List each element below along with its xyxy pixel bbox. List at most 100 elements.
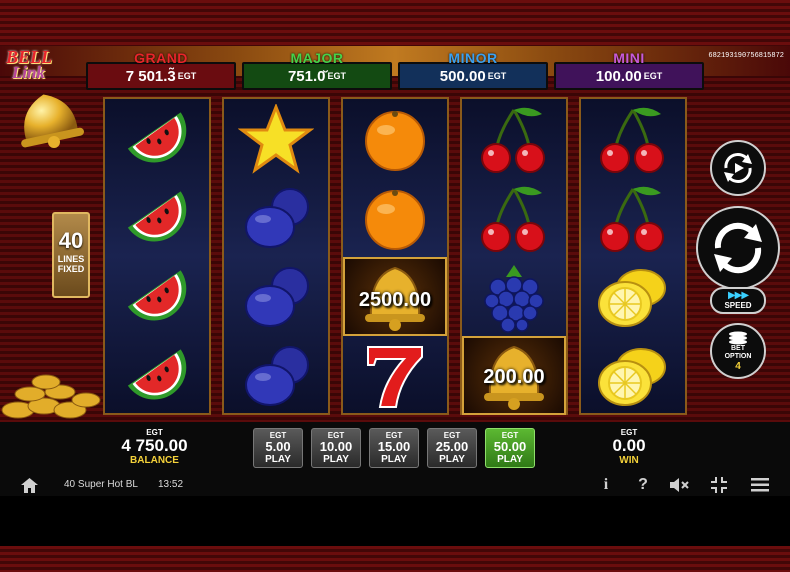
play-amount: 15.00 <box>377 439 411 454</box>
speed-arrows-icon: ▶▶▶ <box>727 290 749 301</box>
play-button-10[interactable]: EGT 10.00 PLAY <box>311 428 361 468</box>
bet-option-value: 4 <box>735 360 741 372</box>
jackpot-grand: 7 501.3̃ EGT GRAND <box>86 50 236 90</box>
plum-symbol <box>224 178 328 257</box>
lemon-icon <box>598 347 666 406</box>
play-label: PLAY <box>323 454 349 465</box>
lemon-icon <box>598 268 666 327</box>
watermelon-symbol <box>105 99 209 178</box>
cherry-symbol <box>581 178 685 257</box>
reel-3: 2500.00 <box>341 97 449 415</box>
reel-5 <box>579 97 687 415</box>
reel-4: 200.00 <box>460 97 568 415</box>
jackpot-grand-box: 7 501.3̃ EGT <box>86 62 236 90</box>
chips-icon <box>729 331 747 344</box>
play-amount: 5.00 <box>265 439 291 454</box>
cherry-icon <box>481 107 545 173</box>
jackpot-major-box: 751.0̆ EGT <box>242 62 392 90</box>
logo-line2: Link <box>12 63 46 82</box>
jackpot-minor-value: 500.00 <box>439 67 486 85</box>
jackpot-minor-box: 500.00 EGT <box>398 62 548 90</box>
speed-label: SPEED <box>724 301 752 310</box>
cherry-symbol <box>581 99 685 178</box>
home-icon[interactable] <box>20 476 38 494</box>
cherry-icon <box>600 107 664 173</box>
watermelon-icon <box>127 190 187 241</box>
bottom-banner <box>0 546 790 572</box>
balance-label: BALANCE <box>130 455 179 466</box>
clock: 13:52 <box>158 479 184 490</box>
star-symbol <box>224 99 328 178</box>
top-banner <box>0 0 790 46</box>
sound-muted-icon[interactable] <box>670 476 690 494</box>
cherry-symbol <box>462 99 566 178</box>
win-amount: 0.00 <box>612 436 646 455</box>
bell-bonus-symbol: 200.00 <box>462 336 566 415</box>
lines-fixed-panel: 40 LINES FIXED <box>52 212 90 298</box>
grapes-symbol <box>462 257 566 336</box>
lines-label: LINES <box>57 254 85 264</box>
lines-count: 40 <box>58 228 84 253</box>
play-label: PLAY <box>497 454 523 465</box>
watermelon-icon <box>127 348 187 399</box>
autoplay-button[interactable] <box>710 140 766 196</box>
play-button-25[interactable]: EGT 25.00 PLAY <box>427 428 477 468</box>
jackpot-mini-label: MINI <box>613 50 645 66</box>
gold-coins-icon <box>1 374 101 419</box>
play-label: PLAY <box>439 454 465 465</box>
play-amount: 50.00 <box>493 439 527 454</box>
bet-option-label1: BET <box>731 344 745 352</box>
plum-icon <box>245 345 309 406</box>
bell-bonus-symbol: 2500.00 <box>343 257 447 336</box>
plum-icon <box>245 187 309 248</box>
bet-option-label2: OPTION <box>724 352 752 360</box>
watermelon-symbol <box>105 257 209 336</box>
autoplay-icon <box>724 153 752 183</box>
orange-icon <box>365 110 425 171</box>
watermelon-symbol <box>105 178 209 257</box>
orange-icon <box>365 189 425 250</box>
spin-icon <box>714 222 762 274</box>
jackpot-mini-value: 100.00 <box>595 67 642 85</box>
help-icon[interactable]: ? <box>636 476 650 494</box>
jackpot-grand-value: 7 501.3̃ <box>125 67 176 85</box>
balance-amount: 4 750.00 <box>121 436 188 455</box>
play-label: PLAY <box>381 454 407 465</box>
play-button-50[interactable]: EGT 50.00 PLAY <box>485 428 535 468</box>
watermelon-icon <box>127 111 187 162</box>
play-button-5[interactable]: EGT 5.00 PLAY <box>253 428 303 468</box>
jackpot-grand-currency: EGT <box>177 71 197 81</box>
jackpot-grand-label: GRAND <box>134 50 188 66</box>
jackpot-minor-currency: EGT <box>487 71 507 81</box>
play-amount: 25.00 <box>435 439 469 454</box>
cherry-icon <box>600 186 664 252</box>
jackpot-minor-label: MINOR <box>448 50 498 66</box>
jackpot-minor: 500.00 EGT MINOR <box>398 50 548 90</box>
bet-option-button[interactable]: BET OPTION 4 <box>710 323 766 379</box>
play-label: PLAY <box>265 454 291 465</box>
reel-area: 2500.00 200.00 <box>103 97 687 415</box>
lemon-symbol <box>581 336 685 415</box>
watermelon-icon <box>127 269 187 320</box>
jackpot-major-value: 751.0̆ <box>287 67 326 85</box>
info-icon[interactable]: i <box>600 476 612 494</box>
seven-symbol <box>343 336 447 415</box>
bell-link-logo: BELL Link <box>2 48 84 150</box>
menu-icon[interactable] <box>751 476 769 494</box>
orange-symbol <box>343 99 447 178</box>
orange-symbol <box>343 178 447 257</box>
bell-value-reel4: 200.00 <box>483 366 545 388</box>
game-name: 40 Super Hot BL <box>64 479 138 490</box>
cherry-icon <box>481 186 545 252</box>
play-button-15[interactable]: EGT 15.00 PLAY <box>369 428 419 468</box>
spin-button[interactable] <box>696 206 780 290</box>
reel-1 <box>103 97 211 415</box>
fullscreen-exit-icon[interactable] <box>711 476 727 494</box>
speed-button[interactable]: ▶▶▶ SPEED <box>710 287 766 314</box>
jackpot-mini-box: 100.00 EGT <box>554 62 704 90</box>
win-label: WIN <box>619 455 639 466</box>
plum-symbol <box>224 257 328 336</box>
empty-area <box>0 496 790 546</box>
watermelon-symbol <box>105 336 209 415</box>
jackpot-mini: 100.00 EGT MINI <box>554 50 704 90</box>
